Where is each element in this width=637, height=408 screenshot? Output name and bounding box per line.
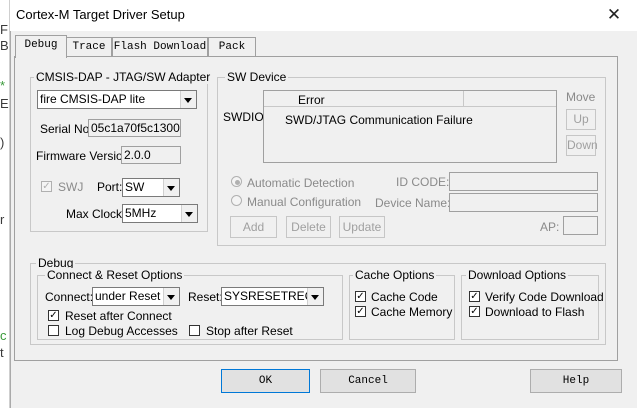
swdio-label: SWDIO — [223, 110, 264, 124]
serial-label: Serial No: — [40, 122, 93, 136]
background-text: E — [0, 96, 9, 111]
automatic-detection-label: Automatic Detection — [247, 176, 355, 190]
reset-after-connect-label: Reset after Connect — [65, 309, 172, 323]
check-icon: ✓ — [470, 291, 479, 302]
log-debug-accesses-label: Log Debug Accesses — [65, 324, 178, 338]
connect-select[interactable]: under Reset — [92, 287, 180, 306]
max-clock-select-value: 5MHz — [125, 206, 157, 220]
ok-button[interactable]: OK — [221, 369, 310, 393]
check-icon: ✓ — [470, 306, 479, 317]
firmware-field: 2.0.0 — [121, 146, 181, 164]
reset-select[interactable]: SYSRESETREQ — [221, 287, 324, 306]
add-button[interactable]: Add — [230, 216, 277, 238]
sw-device-legend: SW Device — [225, 70, 289, 84]
automatic-detection-radio[interactable] — [231, 176, 242, 187]
cancel-button[interactable]: Cancel — [320, 369, 416, 393]
adapter-select-value: fire CMSIS-DAP lite — [40, 92, 146, 106]
id-code-field — [449, 172, 598, 191]
device-list-header-cell — [464, 91, 556, 107]
port-label: Port: — [97, 180, 123, 194]
ap-label: AP: — [540, 220, 560, 234]
serial-field: 05c1a70f5c13000 — [88, 119, 181, 137]
background-text: r — [0, 212, 5, 227]
firmware-label: Firmware Version: — [36, 149, 133, 163]
move-down-button[interactable]: Down — [566, 135, 598, 156]
background-text: ) — [0, 135, 5, 150]
tab-trace[interactable]: Trace — [66, 37, 112, 56]
delete-button[interactable]: Delete — [286, 216, 331, 238]
device-list-message: SWD/JTAG Communication Failure — [285, 113, 473, 127]
check-icon: ✓ — [49, 310, 58, 321]
adapter-group-legend: CMSIS-DAP - JTAG/SW Adapter — [34, 70, 213, 84]
device-list-column-header: Error — [298, 93, 325, 107]
ap-field — [563, 216, 598, 235]
reset-after-connect-checkbox[interactable]: ✓ — [48, 310, 59, 321]
cache-code-checkbox[interactable]: ✓ — [355, 291, 366, 302]
manual-configuration-label: Manual Configuration — [247, 195, 362, 209]
background-text: t — [0, 345, 4, 360]
close-icon[interactable]: ✕ — [603, 4, 625, 26]
window-title: Cortex-M Target Driver Setup — [16, 7, 185, 22]
move-up-button[interactable]: Up — [566, 109, 596, 130]
move-label: Move — [566, 90, 596, 104]
connect-label: Connect: — [45, 290, 94, 304]
chevron-down-icon — [163, 288, 179, 305]
stop-after-reset-checkbox[interactable] — [189, 325, 200, 336]
help-button[interactable]: Help — [530, 369, 622, 393]
device-list[interactable]: Error SWD/JTAG Communication Failure — [263, 90, 557, 163]
adapter-select[interactable]: fire CMSIS-DAP lite — [37, 90, 197, 109]
reset-select-value: SYSRESETREQ — [224, 289, 315, 303]
background-text: F — [0, 22, 8, 37]
swj-checkbox[interactable]: ✓ — [41, 181, 52, 192]
background-window-strip: F B * E ) r c t — [0, 0, 10, 408]
chevron-down-icon — [163, 179, 179, 196]
update-button[interactable]: Update — [339, 216, 385, 238]
tab-flash-download[interactable]: Flash Download — [112, 37, 208, 56]
cache-code-label: Cache Code — [371, 290, 438, 304]
background-text: c — [0, 328, 7, 343]
id-code-label: ID CODE: — [396, 175, 450, 189]
device-name-field — [449, 193, 598, 212]
stop-after-reset-label: Stop after Reset — [206, 324, 293, 338]
tab-pack[interactable]: Pack — [208, 37, 256, 56]
background-text: * — [0, 78, 6, 93]
cache-memory-label: Cache Memory — [371, 305, 453, 319]
device-name-label: Device Name: — [375, 196, 451, 210]
download-to-flash-label: Download to Flash — [485, 305, 585, 319]
verify-code-download-checkbox[interactable]: ✓ — [469, 291, 480, 302]
connect-select-value: under Reset — [95, 289, 161, 303]
max-clock-select[interactable]: 5MHz — [122, 204, 198, 223]
cache-options-legend: Cache Options — [353, 268, 437, 282]
check-icon: ✓ — [356, 306, 365, 317]
max-clock-label: Max Clock: — [66, 207, 126, 221]
swj-label: SWJ — [58, 180, 84, 194]
port-select-value: SW — [125, 180, 145, 194]
tab-debug[interactable]: Debug — [15, 35, 67, 58]
port-select[interactable]: SW — [122, 178, 180, 197]
download-options-legend: Download Options — [466, 268, 569, 282]
background-text: B — [0, 38, 9, 53]
manual-configuration-radio[interactable] — [231, 195, 242, 206]
download-to-flash-checkbox[interactable]: ✓ — [469, 306, 480, 317]
device-list-header-cell — [264, 91, 464, 107]
verify-code-download-label: Verify Code Download — [485, 290, 604, 304]
connect-reset-legend: Connect & Reset Options — [45, 268, 185, 282]
cache-memory-checkbox[interactable]: ✓ — [355, 306, 366, 317]
chevron-down-icon — [307, 288, 323, 305]
check-icon: ✓ — [356, 291, 365, 302]
chevron-down-icon — [181, 205, 197, 222]
reset-label: Reset: — [188, 290, 223, 304]
check-icon: ✓ — [42, 181, 51, 192]
chevron-down-icon — [180, 91, 196, 108]
log-debug-accesses-checkbox[interactable] — [48, 325, 59, 336]
